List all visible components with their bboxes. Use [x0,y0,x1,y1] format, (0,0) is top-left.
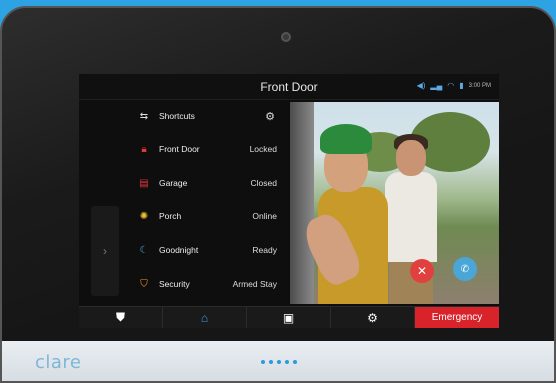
child-figure [396,140,426,176]
battery-icon: ▮ [459,81,464,90]
indicator-dot [277,360,281,364]
brand-logo: clare [35,352,82,373]
front-camera [281,32,291,42]
phone-icon: ✆ [460,263,470,275]
gear-icon: ⚙ [367,310,378,325]
close-icon: ✕ [416,264,428,278]
touchscreen: Front Door ◀) ▂▄ ◠ ▮ 3:00 PM › ⇆ Shortcu… [79,74,499,328]
tablet-device: Front Door ◀) ▂▄ ◠ ▮ 3:00 PM › ⇆ Shortcu… [0,6,556,383]
status-icons: ◀) ▂▄ ◠ ▮ 3:00 PM [417,82,491,90]
answer-call-button[interactable]: ✆ [453,257,477,281]
signal-icon: ▂▄ [430,81,443,90]
door-frame [290,102,314,304]
shortcuts-header: ⇆ Shortcuts ⚙ [123,102,289,130]
list-item-status: Ready [252,245,277,255]
list-item-status: Locked [249,144,277,154]
list-item-goodnight[interactable]: ☾ Goodnight Ready [123,236,289,264]
list-item-garage[interactable]: ▤ Garage Closed [123,169,289,197]
decline-call-button[interactable]: ✕ [410,259,434,283]
nav-camera[interactable]: ▣ [247,307,331,328]
list-item-front-door[interactable]: 🔒︎ Front Door Locked [123,135,289,163]
nav-security[interactable]: ⛊ [79,307,163,328]
security-icon: ⛊ [115,310,125,324]
list-item-security[interactable]: ⛉ Security Armed Stay [123,270,289,298]
list-item-status: Armed Stay [232,279,277,289]
nav-home[interactable]: ⌂ [163,307,247,328]
list-item-label: Front Door [159,144,200,154]
list-item-label: Goodnight [159,245,199,255]
lightbulb-icon: ✺ [139,210,149,222]
indicator-dot [285,360,289,364]
chevron-right-icon: › [103,244,107,258]
list-item-status: Closed [250,178,277,188]
list-item-porch[interactable]: ✺ Porch Online [123,202,289,230]
volume-icon: ◀) [416,81,426,90]
bottom-bezel: clare [2,341,554,381]
page-indicator [261,360,297,364]
shortcuts-icon: ⇆ [139,110,149,122]
list-item-status: Online [252,211,277,221]
status-bar: Front Door ◀) ▂▄ ◠ ▮ 3:00 PM [79,74,499,100]
expand-panel-button[interactable]: › [91,206,119,296]
indicator-dot [293,360,297,364]
child-figure [385,172,437,262]
nav-settings[interactable]: ⚙ [331,307,415,328]
helmet [320,124,372,154]
gear-icon[interactable]: ⚙ [265,110,275,123]
indicator-dot [269,360,273,364]
emergency-button[interactable]: Emergency [415,307,499,328]
camera-icon: ▣ [282,310,295,325]
status-time: 3:00 PM [468,83,491,89]
moon-icon: ☾ [139,244,149,256]
shield-icon: ⛉ [140,278,148,290]
bottom-nav: ⛊ ⌂ ▣ ⚙ Emergency [79,306,499,328]
doorbell-video-feed: ✕ ✆ [290,102,499,304]
shortcuts-label: Shortcuts [159,111,195,121]
wifi-icon: ◠ [447,81,455,90]
home-icon: ⌂ [200,310,209,325]
lock-icon: 🔒︎ [141,143,147,155]
list-item-label: Garage [159,178,188,188]
list-item-label: Security [159,279,190,289]
list-item-label: Porch [159,211,182,221]
shortcuts-list: ⇆ Shortcuts ⚙ 🔒︎ Front Door Locked ▤ Gar… [123,102,289,304]
indicator-dot [261,360,265,364]
garage-icon: ▤ [139,177,149,189]
